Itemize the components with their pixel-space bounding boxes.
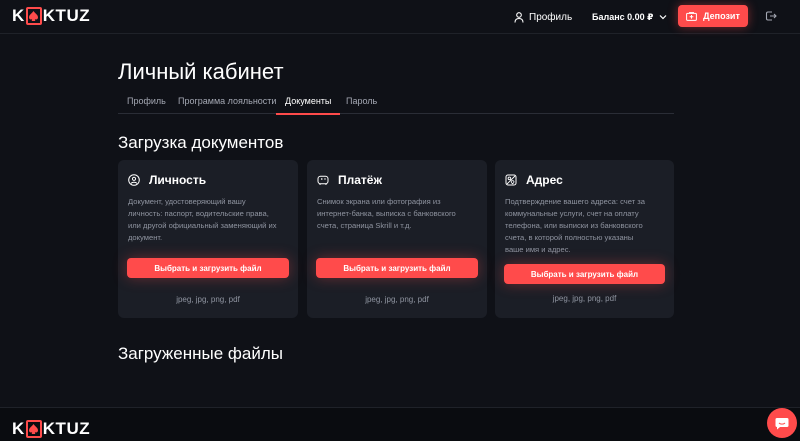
upload-payment-button[interactable]: Выбрать и загрузить файл [316,258,478,278]
tab-loyalty[interactable]: Программа лояльности [178,96,276,114]
card-title: Личность [149,173,207,187]
deposit-button[interactable]: Депозит [678,5,748,27]
card-header: Платёж [317,172,382,188]
card-header: Личность [128,172,206,188]
card-description: Документ, удостоверяющий вашу личность: … [128,197,277,242]
file-formats: jpeg, jpg, png, pdf [552,294,617,303]
tab-profile[interactable]: Профиль [127,96,166,114]
footer-logo[interactable]: K KTUZ [12,419,90,439]
identity-icon [128,174,140,186]
wallet-plus-icon [686,11,698,21]
chevron-down-icon [659,15,667,20]
logo-spade-icon [25,420,42,438]
card-header: Адрес [505,172,563,188]
chat-button[interactable] [767,408,797,438]
logo-text-left: K [12,419,25,438]
tab-documents[interactable]: Документы [275,96,341,115]
logo-text-right: KTUZ [42,6,91,25]
site-logo[interactable]: K KTUZ [12,6,90,26]
user-icon [514,11,524,23]
file-formats: jpeg, jpg, png, pdf [176,295,240,304]
document-card-identity: Личность Документ, удостоверяющий вашу л… [118,160,298,318]
logo-spade-icon [25,7,42,25]
logo-text-right: KTUZ [42,419,91,438]
balance-label: Баланс 0.00 ₽ [592,11,654,22]
account-tabs: Профиль Программа лояльности Документы П… [118,88,674,115]
address-icon [505,174,517,186]
balance-dropdown[interactable]: Баланс 0.00 ₽ [592,9,667,25]
page-title: Личный кабинет [118,59,284,84]
logout-icon[interactable] [765,10,777,22]
card-title: Адрес [526,173,563,187]
payment-icon [317,175,329,185]
upload-address-button[interactable]: Выбрать и загрузить файл [504,264,665,284]
card-description: Подтверждение вашего адреса: счет за ком… [505,197,646,254]
profile-label: Профиль [529,11,573,23]
logo-text-left: K [12,6,25,25]
upload-identity-button[interactable]: Выбрать и загрузить файл [127,258,289,278]
upload-section-title: Загрузка документов [118,133,284,152]
document-card-address: Адрес Подтверждение вашего адреса: счет … [495,160,674,318]
card-description: Снимок экрана или фотография из интернет… [317,197,456,230]
chat-bubble-icon [775,417,789,429]
card-title: Платёж [338,173,382,187]
top-header: K KTUZ Профиль Баланс 0.00 ₽ Депозит [0,0,800,34]
uploaded-files-title: Загруженные файлы [118,344,283,363]
profile-link[interactable]: Профиль [514,9,572,25]
footer: K KTUZ [0,407,800,441]
file-formats: jpeg, jpg, png, pdf [365,295,429,304]
tab-password[interactable]: Пароль [346,96,377,114]
document-card-payment: Платёж Снимок экрана или фотография из и… [307,160,487,318]
deposit-label: Депозит [703,11,740,21]
